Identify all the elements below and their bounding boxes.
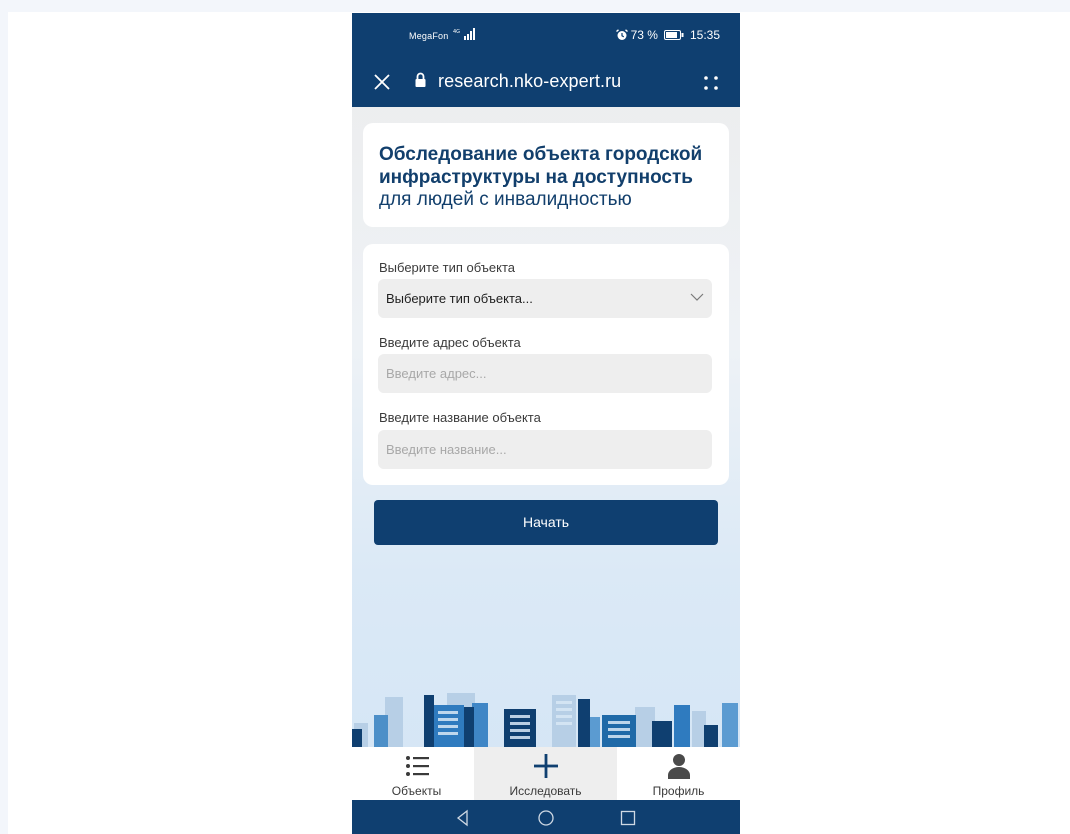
person-icon (667, 754, 690, 779)
city-skyline-illustration (352, 693, 738, 747)
chevron-down-icon (690, 293, 704, 301)
object-name-label: Введите название объекта (379, 410, 541, 425)
carrier-name: MegaFon (409, 31, 449, 41)
page-title: Обследование объекта городской инфрастру… (379, 144, 703, 188)
phone-screen: MegaFon 4G 73 % 15:35 research.nko-exper… (352, 13, 740, 834)
start-button[interactable]: Начать (374, 500, 718, 545)
home-icon[interactable] (537, 809, 555, 827)
object-type-select[interactable]: Выберите тип объекта... (378, 279, 712, 318)
nav-label-objects: Объекты (391, 784, 442, 798)
object-type-label: Выберите тип объекта (379, 260, 516, 275)
menu-dots-icon[interactable] (702, 74, 720, 92)
nav-item-profile[interactable]: Профиль (617, 747, 740, 800)
nav-label-explore: Исследовать (509, 784, 582, 798)
status-indicators: 73 % 15:35 (615, 28, 720, 42)
status-bar: MegaFon 4G 73 % 15:35 (352, 13, 740, 61)
back-icon[interactable] (454, 809, 472, 827)
lock-icon (415, 72, 426, 87)
object-type-value: Выберите тип объекта... (386, 291, 533, 306)
system-navigation-bar (352, 800, 740, 834)
clock-time: 15:35 (689, 28, 720, 42)
bottom-navigation: Объекты Исследовать Профиль (352, 747, 740, 800)
battery-percent: 73 % (630, 28, 658, 42)
recent-apps-icon[interactable] (619, 809, 637, 827)
nav-item-explore[interactable]: Исследовать (474, 747, 617, 800)
page-subtitle: для людей с инвалидностью (379, 189, 632, 210)
plus-icon (533, 754, 558, 778)
object-name-input[interactable]: Введите название... (378, 430, 712, 469)
title-card: Обследование объекта городской инфрастру… (363, 123, 729, 227)
object-form: Выберите тип объекта Выберите тип объект… (363, 244, 729, 485)
object-name-placeholder: Введите название... (386, 442, 507, 457)
object-address-placeholder: Введите адрес... (386, 366, 487, 381)
object-address-label: Введите адрес объекта (379, 335, 521, 350)
url-text[interactable]: research.nko-expert.ru (438, 71, 621, 92)
svg-text:4G: 4G (453, 29, 460, 35)
browser-url-bar: research.nko-expert.ru (352, 61, 740, 107)
signal-icon: 4G (453, 28, 475, 40)
nav-label-profile: Профиль (652, 784, 705, 798)
list-icon (405, 756, 429, 776)
alarm-icon (615, 29, 628, 40)
close-icon[interactable] (372, 72, 392, 92)
battery-icon (663, 30, 684, 40)
object-address-input[interactable]: Введите адрес... (378, 354, 712, 393)
nav-item-objects[interactable]: Объекты (352, 747, 481, 800)
